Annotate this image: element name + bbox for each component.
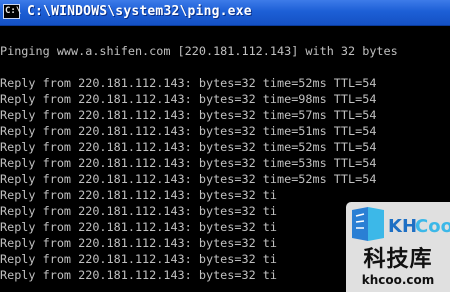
reply-line: Reply from 220.181.112.143: bytes=32 tim… [0,76,377,90]
ping-header-line: Pinging www.a.shifen.com [220.181.112.14… [0,44,398,58]
cmd-icon[interactable]: C:\ [3,4,22,19]
svg-text:Coo: Coo [415,216,450,237]
reply-line: Reply from 220.181.112.143: bytes=32 ti [0,204,277,218]
reply-line: Reply from 220.181.112.143: bytes=32 ti [0,188,277,202]
reply-line: Reply from 220.181.112.143: bytes=32 tim… [0,92,377,106]
reply-line: Reply from 220.181.112.143: bytes=32 tim… [0,140,377,154]
khcoo-logo-icon: KH Coo [352,207,450,241]
reply-line: Reply from 220.181.112.143: bytes=32 ti [0,236,277,250]
reply-line: Reply from 220.181.112.143: bytes=32 ti [0,268,277,282]
title-bar[interactable]: C:\ C:\WINDOWS\system32\ping.exe [0,0,450,26]
reply-line: Reply from 220.181.112.143: bytes=32 tim… [0,156,377,170]
reply-line: Reply from 220.181.112.143: bytes=32 ti [0,220,277,234]
reply-line: Reply from 220.181.112.143: bytes=32 tim… [0,172,377,186]
svg-text:KH: KH [388,216,417,237]
watermark-url: khcoo.com [361,273,435,287]
watermark-chinese-text: 科技库 [363,247,433,272]
ping-console-window: C:\ C:\WINDOWS\system32\ping.exe Pinging… [0,0,450,292]
reply-line: Reply from 220.181.112.143: bytes=32 tim… [0,124,377,138]
window-title: C:\WINDOWS\system32\ping.exe [27,4,252,19]
cmd-icon-glyph: C:\ [5,6,22,16]
reply-line: Reply from 220.181.112.143: bytes=32 ti [0,252,277,266]
watermark-badge: KH Coo 科技库 khcoo.com [346,202,450,292]
reply-line: Reply from 220.181.112.143: bytes=32 tim… [0,108,377,122]
